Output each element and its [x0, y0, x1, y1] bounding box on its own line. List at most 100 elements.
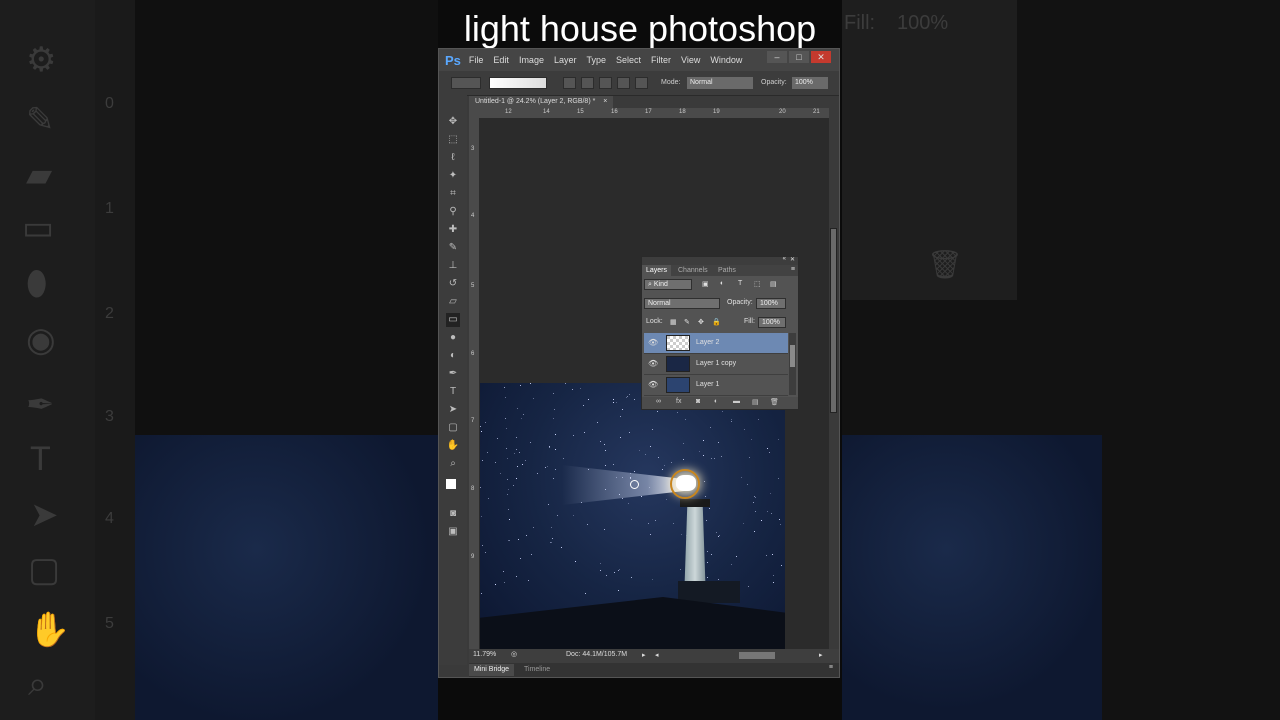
filter-type-icon[interactable]: T [738, 280, 742, 287]
minimize-button[interactable]: – [767, 51, 787, 63]
star [704, 481, 705, 482]
reflected-gradient-button[interactable] [617, 77, 630, 89]
scroll-right-icon[interactable]: ▸ [819, 651, 823, 659]
star [565, 383, 566, 384]
layer-row[interactable]: 👁 Layer 1 [644, 375, 788, 396]
filter-adjustment-icon[interactable]: ◐ [720, 280, 724, 287]
dodge-tool-icon[interactable]: ◐ [446, 349, 460, 363]
trash-icon[interactable]: 🗑 [770, 398, 779, 406]
star [650, 446, 651, 447]
brush-tool-icon[interactable]: ✎ [446, 241, 460, 255]
link-icon[interactable]: ∞ [656, 398, 661, 405]
lock-all-icon[interactable]: 🔒 [712, 318, 721, 326]
diamond-gradient-button[interactable] [635, 77, 648, 89]
menu-file[interactable]: File [469, 55, 484, 65]
menu-window[interactable]: Window [710, 55, 742, 65]
tab-channels[interactable]: Channels [674, 265, 712, 276]
layer-row[interactable]: 👁 Layer 2 [644, 333, 788, 354]
tab-mini-bridge[interactable]: Mini Bridge [469, 664, 515, 676]
crop-tool-icon[interactable]: ⌗ [446, 187, 460, 201]
tool-preset-picker[interactable] [451, 77, 481, 89]
move-tool-icon[interactable]: ✥ [446, 115, 460, 129]
angle-gradient-button[interactable] [599, 77, 612, 89]
vertical-scrollbar-thumb[interactable] [830, 228, 837, 413]
menu-image[interactable]: Image [519, 55, 544, 65]
screen-mode-icon[interactable]: ▣ [446, 525, 460, 539]
document-tab[interactable]: Untitled-1 @ 24.2% (Layer 2, RGB/8) * × [469, 96, 614, 108]
shape-tool-icon[interactable]: ▢ [446, 421, 460, 435]
tab-timeline[interactable]: Timeline [519, 664, 555, 676]
layers-scrollbar-thumb[interactable] [790, 345, 795, 367]
eyedropper-tool-icon[interactable]: ⚲ [446, 205, 460, 219]
filter-pixel-icon[interactable]: ▣ [702, 280, 709, 288]
zoom-level[interactable]: 11.79% [473, 651, 496, 658]
blur-tool-icon[interactable]: ● [446, 331, 460, 345]
menu-layer[interactable]: Layer [554, 55, 577, 65]
filter-smart-object-icon[interactable]: ▤ [770, 280, 777, 288]
filter-kind-select[interactable]: ⌕ Kind [644, 279, 692, 290]
history-brush-tool-icon[interactable]: ↺ [446, 277, 460, 291]
quick-mask-icon[interactable]: ◙ [446, 507, 460, 521]
document-tab-close-icon[interactable]: × [603, 98, 607, 105]
menu-filter[interactable]: Filter [651, 55, 671, 65]
tab-layers[interactable]: Layers [642, 265, 672, 276]
blend-mode-select[interactable]: Normal [644, 298, 720, 309]
hand-tool-icon[interactable]: ✋ [446, 439, 460, 453]
lock-position-icon[interactable]: ✥ [698, 318, 704, 326]
visibility-eye-icon[interactable]: 👁 [648, 338, 658, 348]
path-selection-tool-icon[interactable]: ➤ [446, 403, 460, 417]
horizontal-scrollbar-thumb[interactable] [739, 652, 775, 659]
filter-shape-icon[interactable]: ⬚ [754, 280, 761, 288]
star [495, 584, 496, 585]
status-menu-arrow-icon[interactable]: ▸ [642, 651, 646, 659]
linear-gradient-button[interactable] [563, 77, 576, 89]
foreground-color-icon[interactable] [446, 479, 460, 493]
lock-transparent-icon[interactable]: ▦ [670, 318, 677, 326]
new-layer-icon[interactable]: ▤ [752, 398, 759, 406]
maximize-button[interactable]: □ [789, 51, 809, 63]
star [779, 519, 780, 520]
menu-view[interactable]: View [681, 55, 700, 65]
type-tool-icon[interactable]: T [446, 385, 460, 399]
star [506, 428, 507, 429]
collapse-icon[interactable]: « [783, 256, 786, 262]
tab-paths[interactable]: Paths [714, 265, 740, 276]
menu-type[interactable]: Type [586, 55, 606, 65]
visibility-eye-icon[interactable]: 👁 [648, 359, 658, 369]
scroll-left-icon[interactable]: ◂ [655, 651, 659, 659]
vertical-scrollbar[interactable] [829, 118, 838, 649]
folder-icon[interactable]: ▬ [733, 398, 740, 405]
eraser-tool-icon[interactable]: ▱ [446, 295, 460, 309]
stamp-tool-icon[interactable]: ⊥ [446, 259, 460, 273]
visibility-eye-icon[interactable]: 👁 [648, 380, 658, 390]
radial-gradient-button[interactable] [581, 77, 594, 89]
lighthouse-image[interactable] [480, 383, 785, 649]
menu-select[interactable]: Select [616, 55, 641, 65]
marquee-tool-icon[interactable]: ⬚ [446, 133, 460, 147]
canvas-area[interactable]: « ✕ Layers Channels Paths ≡ ⌕ Kind ▣ ◐ T… [479, 118, 829, 649]
zoom-tool-icon[interactable]: ⌕ [446, 457, 460, 471]
mode-select[interactable]: Normal [687, 77, 753, 89]
gradient-tool-icon[interactable]: ▭ [446, 313, 460, 327]
fill-input[interactable]: 100% [758, 317, 786, 328]
pen-tool-icon[interactable]: ✒ [446, 367, 460, 381]
gradient-picker[interactable] [489, 77, 547, 89]
panel-close-icon[interactable]: ✕ [790, 256, 795, 263]
adjustment-icon[interactable]: ◐ [714, 398, 718, 405]
close-button[interactable]: ✕ [811, 51, 831, 63]
mask-icon[interactable]: ◙ [696, 398, 700, 405]
layer-opacity-input[interactable]: 100% [756, 298, 786, 309]
magic-wand-tool-icon[interactable]: ✦ [446, 169, 460, 183]
menu-edit[interactable]: Edit [493, 55, 509, 65]
healing-tool-icon[interactable]: ✚ [446, 223, 460, 237]
fx-icon[interactable]: fx [676, 398, 681, 405]
layers-scrollbar[interactable] [789, 333, 796, 395]
bottom-panel-menu-icon[interactable]: ≡ [829, 664, 833, 671]
layer-row[interactable]: 👁 Layer 1 copy [644, 354, 788, 375]
star [671, 462, 672, 463]
lasso-tool-icon[interactable]: ℓ [446, 151, 460, 165]
opacity-input[interactable]: 100% [792, 77, 828, 89]
status-icon[interactable]: ◎ [511, 650, 517, 658]
panel-menu-icon[interactable]: ≡ [791, 266, 795, 273]
lock-pixels-icon[interactable]: ✎ [684, 318, 690, 326]
